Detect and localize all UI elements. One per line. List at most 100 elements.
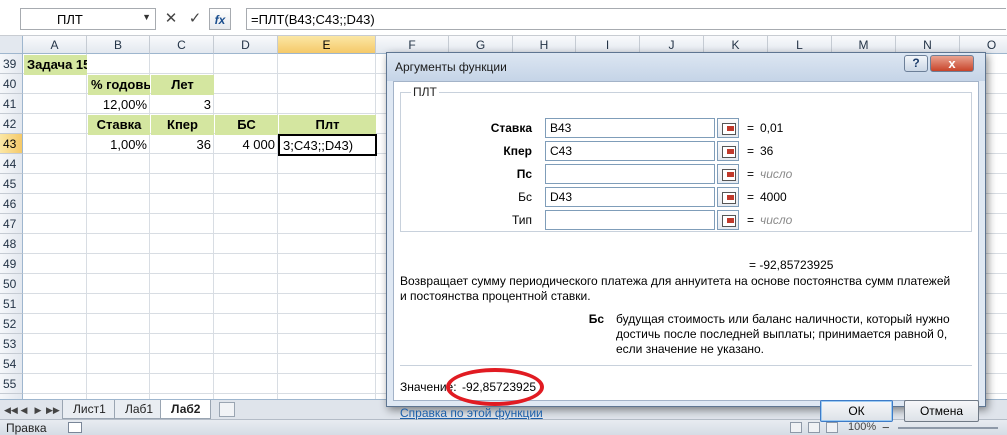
- function-arguments-dialog: Аргументы функции ? x ПЛТ Ставка B43 = 0,01…: [386, 52, 986, 422]
- row-header-45[interactable]: 45: [0, 174, 23, 194]
- arg-equals: =: [747, 167, 755, 181]
- chevron-down-icon[interactable]: ▼: [142, 12, 151, 22]
- arg-label-3: Бс: [518, 190, 532, 204]
- arg-input-1[interactable]: C43: [545, 141, 715, 161]
- cell-c43[interactable]: 36: [151, 135, 214, 155]
- arg-input-2[interactable]: [545, 164, 715, 184]
- cell-b40[interactable]: % годовых: [88, 75, 150, 95]
- insert-sheet-icon[interactable]: [219, 402, 235, 417]
- row-header-49[interactable]: 49: [0, 254, 23, 274]
- arg-label-1: Кпер: [503, 144, 532, 158]
- row-header-41[interactable]: 41: [0, 94, 23, 114]
- row-header-55[interactable]: 55: [0, 374, 23, 394]
- select-all-corner[interactable]: [0, 36, 23, 54]
- cell-e43-editing: 3;C43;;D43): [283, 138, 354, 153]
- arg-label-0: Ставка: [490, 121, 532, 135]
- cell-c40[interactable]: Лет: [151, 75, 214, 95]
- row-header-54[interactable]: 54: [0, 354, 23, 374]
- normal-view-icon[interactable]: [790, 422, 802, 433]
- cell-b42[interactable]: Ставка: [88, 115, 150, 135]
- row-header-53[interactable]: 53: [0, 334, 23, 354]
- row-header-39[interactable]: 39: [0, 54, 23, 74]
- cell-d42[interactable]: БС: [215, 115, 278, 135]
- sheet-tab-list1[interactable]: Лист1: [62, 400, 117, 419]
- insert-function-button[interactable]: fx: [209, 8, 231, 30]
- status-mode: Правка: [6, 421, 47, 435]
- collapse-dialog-icon[interactable]: [717, 118, 739, 138]
- cell-e42[interactable]: Плт: [279, 115, 376, 135]
- arg-input-0[interactable]: B43: [545, 118, 715, 138]
- collapse-dialog-icon[interactable]: [717, 210, 739, 230]
- sheet-tab-lab2[interactable]: Лаб2: [160, 400, 212, 419]
- zoom-out-icon[interactable]: −: [882, 420, 890, 435]
- collapse-dialog-icon[interactable]: [717, 141, 739, 161]
- row-header-46[interactable]: 46: [0, 194, 23, 214]
- name-box-value: ПЛТ: [57, 12, 83, 27]
- cell-b43[interactable]: 1,00%: [88, 135, 150, 155]
- collapse-dialog-icon[interactable]: [717, 164, 739, 184]
- cell-c42[interactable]: Кпер: [151, 115, 214, 135]
- row-header-47[interactable]: 47: [0, 214, 23, 234]
- dialog-title: Аргументы функции: [395, 60, 507, 74]
- dialog-titlebar[interactable]: Аргументы функции ? x: [387, 53, 985, 81]
- column-header-a[interactable]: A: [23, 36, 87, 54]
- row-header-51[interactable]: 51: [0, 294, 23, 314]
- row-header-50[interactable]: 50: [0, 274, 23, 294]
- formula-result-line: = -92,85723925: [749, 258, 834, 272]
- prev-sheet-icon[interactable]: ◀: [18, 403, 30, 417]
- column-header-e[interactable]: E: [278, 36, 376, 54]
- column-header-c[interactable]: C: [150, 36, 214, 54]
- cancel-icon[interactable]: ✕: [160, 8, 182, 30]
- page-break-icon[interactable]: [826, 422, 838, 433]
- help-link[interactable]: Справка по этой функции: [400, 406, 543, 420]
- arg-value-2: число: [760, 167, 793, 181]
- first-sheet-icon[interactable]: ◀◀: [4, 403, 18, 417]
- zoom-level[interactable]: 100%: [848, 421, 876, 433]
- arg-value-1: 36: [760, 144, 774, 158]
- name-box[interactable]: ПЛТ ▼: [20, 8, 156, 30]
- cell-d43[interactable]: 4 000: [215, 135, 278, 155]
- arg-input-3[interactable]: D43: [545, 187, 715, 207]
- arg-label-2: Пс: [516, 167, 532, 181]
- help-icon[interactable]: ?: [904, 55, 928, 72]
- arg-equals: =: [747, 190, 755, 204]
- arg-equals: =: [747, 121, 755, 135]
- grid-line: [375, 54, 376, 399]
- argument-description-text: будущая стоимость или баланс наличности,…: [616, 312, 950, 356]
- row-header-44[interactable]: 44: [0, 154, 23, 174]
- next-sheet-icon[interactable]: ▶: [32, 403, 44, 417]
- arg-value-3: 4000: [760, 190, 787, 204]
- enter-icon[interactable]: ✓: [184, 8, 206, 30]
- cancel-button[interactable]: Отмена: [904, 400, 979, 422]
- grid-line: [277, 54, 278, 399]
- function-name: ПЛТ: [411, 85, 439, 99]
- active-cell-e43[interactable]: 3;C43;;D43): [278, 134, 377, 156]
- grid-line: [86, 54, 87, 399]
- cell-c41[interactable]: 3: [151, 95, 214, 115]
- row-header-43[interactable]: 43: [0, 134, 23, 154]
- argument-description-name: Бс: [588, 312, 604, 326]
- divider: [400, 365, 972, 366]
- cell-a39[interactable]: Задача 15: [24, 55, 87, 75]
- arg-input-4[interactable]: [545, 210, 715, 230]
- macro-record-icon[interactable]: [68, 422, 82, 433]
- cell-b41[interactable]: 12,00%: [88, 95, 150, 115]
- collapse-dialog-icon[interactable]: [717, 187, 739, 207]
- last-sheet-icon[interactable]: ▶▶: [46, 403, 60, 417]
- arg-equals: =: [747, 144, 755, 158]
- column-header-d[interactable]: D: [214, 36, 278, 54]
- formula-bar: ПЛТ ▼ ✕ ✓ fx =ПЛТ(B43;C43;;D43): [0, 0, 1007, 36]
- row-header-42[interactable]: 42: [0, 114, 23, 134]
- row-header-48[interactable]: 48: [0, 234, 23, 254]
- zoom-slider[interactable]: [898, 427, 998, 429]
- formula-input[interactable]: =ПЛТ(B43;C43;;D43): [246, 8, 1006, 30]
- row-header-52[interactable]: 52: [0, 314, 23, 334]
- arg-equals: =: [747, 213, 755, 227]
- arg-label-4: Тип: [511, 213, 532, 227]
- ok-button[interactable]: ОК: [820, 400, 893, 422]
- sheet-tab-lab1[interactable]: Лаб1: [114, 400, 165, 419]
- page-layout-icon[interactable]: [808, 422, 820, 433]
- row-header-40[interactable]: 40: [0, 74, 23, 94]
- close-icon[interactable]: x: [930, 55, 974, 72]
- column-header-b[interactable]: B: [87, 36, 150, 54]
